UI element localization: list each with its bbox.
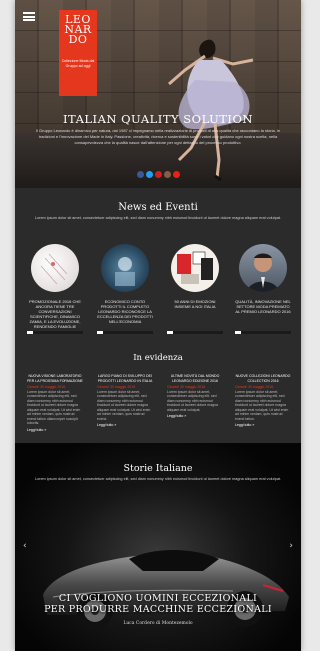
- event-caption: Promozionale 2016 che ancora tiene tre c…: [29, 299, 81, 329]
- read-more-link[interactable]: Leggi tutto »: [97, 423, 153, 427]
- section-title: News ed Eventi: [118, 202, 198, 213]
- section-subtitle: Lorem ipsum dolor sit amet, consectetuer…: [34, 477, 282, 481]
- card-title: Nuova Visione Laboratorio per la prossim…: [27, 374, 83, 383]
- event-caption: 50 anni di emozioni insieme a noi Italia: [174, 299, 216, 309]
- slogan-signature: Luca Cordero di Montezemolo: [123, 621, 193, 626]
- twitter-icon[interactable]: [145, 171, 153, 178]
- hero-title: ITALIAN QUALITY SOLUTION: [63, 112, 253, 126]
- instagram-icon[interactable]: [163, 171, 171, 178]
- card-body: Lorem ipsum dolor sit amet, consectetuer…: [27, 389, 81, 426]
- event-progress: [235, 331, 291, 334]
- read-more-link[interactable]: Leggi tutto »: [27, 428, 83, 432]
- event-image: [31, 244, 79, 292]
- event-item[interactable]: Qualità, innovazione nel settore moda pr…: [235, 244, 291, 334]
- section-title: In evidenza: [133, 353, 183, 363]
- news-card[interactable]: Ultime novità dal mondo Leonardo edizion…: [167, 374, 223, 418]
- card-title: Largo piano di sviluppo dei prodotti Leo…: [97, 374, 153, 383]
- event-item[interactable]: Economico conto prodotti il completo Leo…: [97, 244, 153, 334]
- social-links: [15, 171, 301, 178]
- section-subtitle: Lorem ipsum dolor sit amet, consectetuer…: [34, 216, 282, 220]
- chevron-right-icon[interactable]: ›: [289, 541, 293, 551]
- event-caption: Economico conto prodotti il completo Leo…: [97, 299, 153, 324]
- event-progress: [167, 331, 223, 334]
- hero-text: Il Gruppo Leonardo è dinamico per natura…: [35, 128, 281, 145]
- card-body: Lorem ipsum dolor sit amet, consectetuer…: [97, 389, 151, 421]
- logo[interactable]: LEO NAR DO Collezione Moda dal Gruppo ad…: [59, 10, 97, 96]
- event-image: [171, 244, 219, 292]
- card-body: Lorem ipsum dolor sit amet, consectetuer…: [167, 389, 218, 412]
- chevron-left-icon[interactable]: ‹: [23, 541, 27, 551]
- event-item[interactable]: Promozionale 2016 che ancora tiene tre c…: [27, 244, 83, 334]
- slogan-line-1: CI VOGLIONO UOMINI ECCEZIONALI: [58, 593, 258, 604]
- card-title: Nuove collezioni Leonardo Collection 201…: [235, 374, 291, 383]
- event-progress: [97, 331, 153, 334]
- hero-banner: LEO NAR DO Collezione Moda dal Gruppo ad…: [15, 0, 301, 188]
- facebook-icon[interactable]: [136, 171, 144, 178]
- storie-italiane-section: Storie Italiane Lorem ipsum dolor sit am…: [15, 443, 301, 651]
- slogan: CI VOGLIONO UOMINI ECCEZIONALI PER PRODU…: [15, 593, 301, 615]
- logo-tagline: Collezione Moda dal Gruppo ad oggi: [61, 59, 95, 68]
- page: LEO NAR DO Collezione Moda dal Gruppo ad…: [15, 0, 301, 651]
- section-title: Storie Italiane: [123, 463, 193, 474]
- event-item[interactable]: 50 anni di emozioni insieme a noi Italia: [167, 244, 223, 334]
- youtube-icon[interactable]: [172, 171, 180, 178]
- event-image: [239, 244, 287, 292]
- read-more-link[interactable]: Leggi tutto »: [235, 423, 291, 427]
- pinterest-icon[interactable]: [154, 171, 162, 178]
- card-body: Lorem ipsum dolor sit amet, consectetuer…: [235, 389, 289, 421]
- card-title: Ultime novità dal mondo Leonardo edizion…: [170, 374, 220, 383]
- news-card[interactable]: Nuova Visione Laboratorio per la prossim…: [27, 374, 83, 432]
- in-evidenza-section: In evidenza Nuova Visione Laboratorio pe…: [15, 343, 301, 443]
- hamburger-icon[interactable]: [23, 12, 35, 21]
- logo-line-3: DO: [68, 33, 88, 46]
- news-events-section: News ed Eventi Lorem ipsum dolor sit ame…: [15, 188, 301, 343]
- event-image: [101, 244, 149, 292]
- event-progress: [27, 331, 83, 334]
- news-card[interactable]: Nuove collezioni Leonardo Collection 201…: [235, 374, 291, 427]
- news-card[interactable]: Largo piano di sviluppo dei prodotti Leo…: [97, 374, 153, 427]
- read-more-link[interactable]: Leggi tutto »: [167, 414, 223, 418]
- dancer-photo: [168, 39, 254, 182]
- slogan-line-2: PER PRODURRE MACCHINE ECCEZIONALI: [44, 604, 272, 615]
- event-caption: Qualità, innovazione nel settore moda pr…: [235, 299, 291, 314]
- car-photo: [43, 550, 289, 629]
